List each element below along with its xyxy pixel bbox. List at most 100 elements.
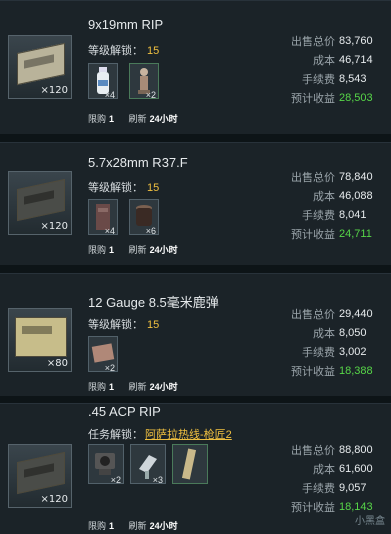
req-item-drill[interactable]: ×3 <box>130 444 166 485</box>
profit-label: 预计收益 <box>291 501 335 514</box>
limit-row: 限购 1 刷新 24小时 <box>88 112 190 125</box>
cost-value: 61,600 <box>339 462 373 475</box>
item-card[interactable]: ×120 9x19mm RIP 等级解锁： 15 ×4 ×2 限购 1 刷新 24小时… <box>0 0 391 134</box>
refresh-value: 24小时 <box>149 521 178 531</box>
sale-total-value: 88,800 <box>339 443 373 456</box>
sale-total-value: 29,440 <box>339 307 373 320</box>
watermark: 小黑盒 <box>355 516 385 527</box>
refresh-label: 刷新 <box>128 245 147 255</box>
req-qty: ×2 <box>145 90 156 100</box>
ammo-box-icon <box>15 317 67 357</box>
req-qty: ×3 <box>152 475 163 485</box>
cost-value: 8,050 <box>339 326 367 339</box>
unlock-label: 等级解锁： <box>88 182 143 194</box>
profit-value: 24,711 <box>339 227 372 240</box>
ammo-box-icon <box>17 42 65 86</box>
sale-total-label: 出售总价 <box>291 171 335 184</box>
req-qty: ×4 <box>104 226 115 236</box>
profit-label: 预计收益 <box>291 228 335 241</box>
item-name: 5.7x28mm R37.F <box>88 155 188 170</box>
unlock-row: 等级解锁： 15 <box>88 179 159 195</box>
fee-value: 8,543 <box>339 72 367 85</box>
item-name: .45 ACP RIP <box>88 404 161 419</box>
limit-value: 1 <box>109 245 115 255</box>
req-item-case[interactable]: ×4 <box>88 199 118 236</box>
sale-total-label: 出售总价 <box>291 308 335 321</box>
req-item-water-bottle[interactable]: ×4 <box>88 63 118 100</box>
price-stats: 出售总价 29,440 成本 8,050 手续费 3,002 预计收益 18,388 <box>263 304 383 380</box>
unlock-label: 等级解锁： <box>88 45 143 57</box>
req-item-camera[interactable]: ×2 <box>88 444 124 485</box>
ammo-box-thumb[interactable]: ×80 <box>8 308 72 372</box>
fee-value: 3,002 <box>339 345 367 358</box>
cost-label: 成本 <box>313 190 335 203</box>
sale-total-value: 78,840 <box>339 170 373 183</box>
item-name: 12 Gauge 8.5毫米鹿弹 <box>88 295 219 310</box>
limit-label: 限购 <box>88 114 107 124</box>
item-card[interactable]: ×120 .45 ACP RIP 任务解锁： 阿萨拉热线-枪匠2 ×2 ×3 限购… <box>0 403 391 534</box>
sale-total-value: 83,760 <box>339 34 373 47</box>
item-card[interactable]: ×120 5.7x28mm R37.F 等级解锁： 15 ×4 ×6 限购 1 刷新… <box>0 142 391 265</box>
price-stats: 出售总价 78,840 成本 46,088 手续费 8,041 预计收益 24,711 <box>263 167 383 243</box>
cost-label: 成本 <box>313 54 335 67</box>
req-item-tape[interactable] <box>172 444 208 484</box>
profit-label: 预计收益 <box>291 365 335 378</box>
item-card[interactable]: ×80 12 Gauge 8.5毫米鹿弹 等级解锁： 15 ×2 限购 1 刷新 24… <box>0 273 391 396</box>
limit-value: 1 <box>109 382 115 392</box>
unlock-level: 15 <box>147 45 160 57</box>
thumb-qty: ×120 <box>40 494 68 505</box>
fee-label: 手续费 <box>302 482 335 495</box>
refresh-value: 24小时 <box>149 382 178 392</box>
refresh-value: 24小时 <box>149 245 178 255</box>
req-item-pot[interactable]: ×6 <box>129 199 159 236</box>
unlock-label: 任务解锁： <box>88 429 143 441</box>
limit-row: 限购 1 刷新 24小时 <box>88 380 190 393</box>
req-qty: ×4 <box>104 90 115 100</box>
fee-label: 手续费 <box>302 73 335 86</box>
thumb-qty: ×120 <box>40 221 68 232</box>
unlock-level: 15 <box>147 182 160 194</box>
req-item-figurine[interactable]: ×2 <box>129 63 159 100</box>
refresh-label: 刷新 <box>128 382 147 392</box>
req-qty: ×2 <box>104 363 115 373</box>
refresh-label: 刷新 <box>128 114 147 124</box>
unlock-task-link[interactable]: 阿萨拉热线-枪匠2 <box>145 429 232 441</box>
cost-label: 成本 <box>313 327 335 340</box>
tape-icon <box>181 448 197 480</box>
limit-label: 限购 <box>88 245 107 255</box>
cost-label: 成本 <box>313 463 335 476</box>
refresh-label: 刷新 <box>128 521 147 531</box>
cost-value: 46,714 <box>339 53 373 66</box>
sale-total-label: 出售总价 <box>291 35 335 48</box>
limit-label: 限购 <box>88 521 107 531</box>
limit-row: 限购 1 刷新 24小时 <box>88 519 190 532</box>
profit-value: 28,503 <box>339 91 373 104</box>
limit-value: 1 <box>109 521 115 531</box>
unlock-label: 等级解锁： <box>88 319 143 331</box>
profit-value: 18,388 <box>339 364 373 377</box>
thumb-qty: ×120 <box>40 85 68 96</box>
ammo-box-thumb[interactable]: ×120 <box>8 35 72 99</box>
ammo-box-icon <box>17 451 65 495</box>
req-qty: ×2 <box>110 475 121 485</box>
thumb-qty: ×80 <box>46 358 68 369</box>
limit-value: 1 <box>109 114 115 124</box>
fee-value: 9,057 <box>339 481 367 494</box>
fee-label: 手续费 <box>302 209 335 222</box>
ammo-box-thumb[interactable]: ×120 <box>8 171 72 235</box>
refresh-value: 24小时 <box>149 114 178 124</box>
unlock-row: 任务解锁： 阿萨拉热线-枪匠2 <box>88 426 232 442</box>
fee-value: 8,041 <box>339 208 367 221</box>
item-name: 9x19mm RIP <box>88 17 164 32</box>
unlock-row: 等级解锁： 15 <box>88 42 159 58</box>
profit-label: 预计收益 <box>291 92 335 105</box>
limit-label: 限购 <box>88 382 107 392</box>
sale-total-label: 出售总价 <box>291 444 335 457</box>
price-stats: 出售总价 83,760 成本 46,714 手续费 8,543 预计收益 28,503 <box>263 31 383 107</box>
ammo-box-icon <box>17 178 65 222</box>
ammo-box-thumb[interactable]: ×120 <box>8 444 72 508</box>
req-qty: ×6 <box>145 226 156 236</box>
req-item-cloth[interactable]: ×2 <box>88 336 118 373</box>
cost-value: 46,088 <box>339 189 373 202</box>
unlock-level: 15 <box>147 319 160 331</box>
